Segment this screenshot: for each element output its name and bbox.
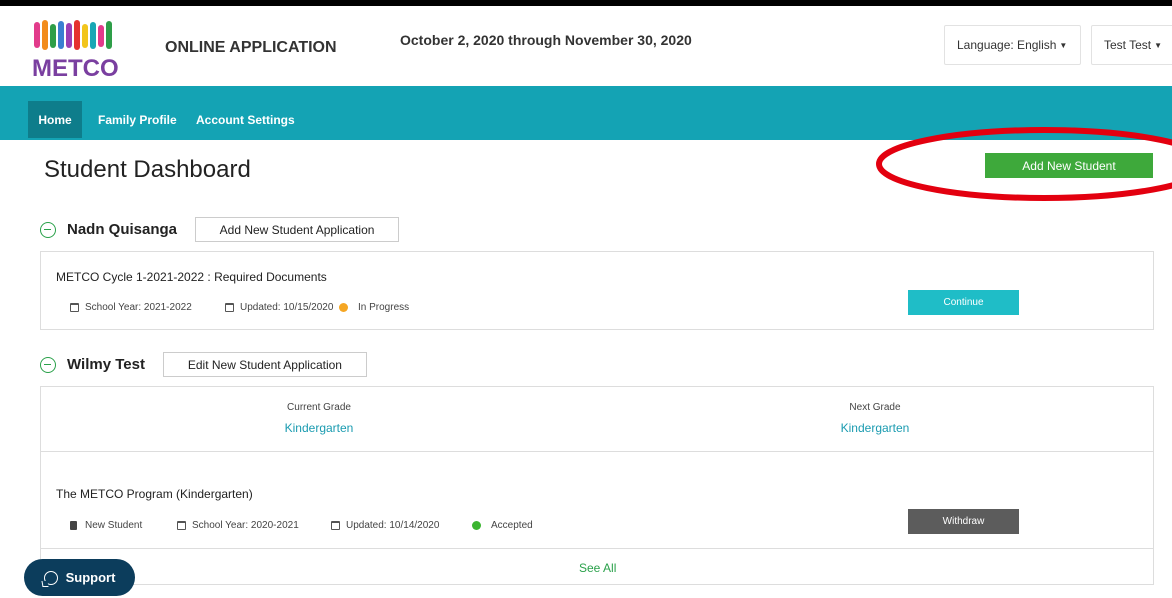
svg-text:METCO: METCO — [32, 55, 119, 80]
updated-meta: Updated: 10/15/2020 — [225, 302, 333, 313]
divider — [41, 451, 1153, 452]
app-frame: METCO ONLINE APPLICATION October 2, 2020… — [0, 6, 1172, 598]
language-label: Language: English — [957, 38, 1057, 52]
updated-date: Updated: 10/14/2020 — [346, 520, 440, 531]
caret-down-icon: ▼ — [1154, 40, 1163, 50]
calendar-icon — [70, 303, 79, 312]
page-title: Student Dashboard — [44, 156, 251, 183]
calendar-icon — [225, 303, 234, 312]
add-student-application-button[interactable]: Add New Student Application — [195, 217, 400, 242]
user-menu-dropdown[interactable]: Test Test ▼ — [1091, 25, 1172, 65]
language-dropdown[interactable]: Language: English ▼ — [944, 25, 1081, 65]
updated-meta: Updated: 10/14/2020 — [331, 520, 439, 531]
collapse-minus-icon[interactable] — [40, 356, 56, 373]
user-label: Test Test — [1104, 38, 1152, 52]
document-icon — [70, 521, 77, 530]
calendar-icon — [331, 521, 340, 530]
status-text: Accepted — [491, 520, 533, 531]
main-nav: Home Family Profile Account Settings — [0, 86, 1172, 140]
nav-account-settings[interactable]: Account Settings — [186, 101, 305, 138]
student-name: Wilmy Test — [67, 356, 145, 373]
see-all-link[interactable]: See All — [579, 561, 616, 575]
student-details-card: Current Grade Kindergarten Next Grade Ki… — [40, 386, 1154, 585]
top-header: METCO ONLINE APPLICATION October 2, 2020… — [0, 6, 1172, 86]
updated-date: Updated: 10/15/2020 — [240, 302, 334, 313]
student-header: Nadn Quisanga Add New Student Applicatio… — [40, 217, 400, 242]
calendar-icon — [177, 521, 186, 530]
add-new-student-button[interactable]: Add New Student — [985, 153, 1153, 178]
caret-down-icon: ▼ — [1059, 40, 1068, 50]
application-type: New Student — [85, 520, 143, 531]
collapse-minus-icon[interactable] — [40, 221, 56, 238]
nav-home[interactable]: Home — [28, 101, 82, 138]
next-grade-value: Kindergarten — [840, 421, 910, 435]
app-title: ONLINE APPLICATION — [165, 39, 337, 56]
application-title: The METCO Program (Kindergarten) — [56, 487, 253, 501]
edit-student-application-button[interactable]: Edit New Student Application — [162, 352, 367, 377]
divider — [41, 548, 1153, 549]
next-grade-label: Next Grade — [849, 402, 901, 413]
student-name: Nadn Quisanga — [67, 221, 178, 238]
application-date-range: October 2, 2020 through November 30, 202… — [400, 32, 692, 48]
continue-button[interactable]: Continue — [908, 290, 1019, 315]
type-meta: New Student — [70, 520, 142, 531]
chat-bubble-icon — [43, 570, 58, 585]
school-year: School Year: 2020-2021 — [192, 520, 299, 531]
support-label: Support — [65, 570, 116, 585]
nav-family-profile[interactable]: Family Profile — [88, 101, 187, 138]
metco-logo[interactable]: METCO — [28, 20, 124, 80]
school-year-meta: School Year: 2021-2022 — [70, 302, 192, 313]
application-title: METCO Cycle 1-2021-2022 : Required Docum… — [56, 270, 327, 284]
current-grade-value: Kindergarten — [284, 421, 354, 435]
hands-graphic — [34, 20, 112, 50]
status-meta: Accepted — [472, 520, 533, 531]
status-text: In Progress — [358, 302, 410, 313]
current-grade-label: Current Grade — [287, 402, 351, 413]
school-year: School Year: 2021-2022 — [85, 302, 192, 313]
status-meta: In Progress — [339, 302, 409, 313]
status-dot-icon — [339, 303, 348, 312]
status-dot-icon — [472, 521, 481, 530]
student-header: Wilmy Test Edit New Student Application — [40, 352, 367, 377]
school-year-meta: School Year: 2020-2021 — [177, 520, 299, 531]
support-button[interactable]: Support — [24, 559, 135, 596]
withdraw-button[interactable]: Withdraw — [908, 509, 1019, 534]
